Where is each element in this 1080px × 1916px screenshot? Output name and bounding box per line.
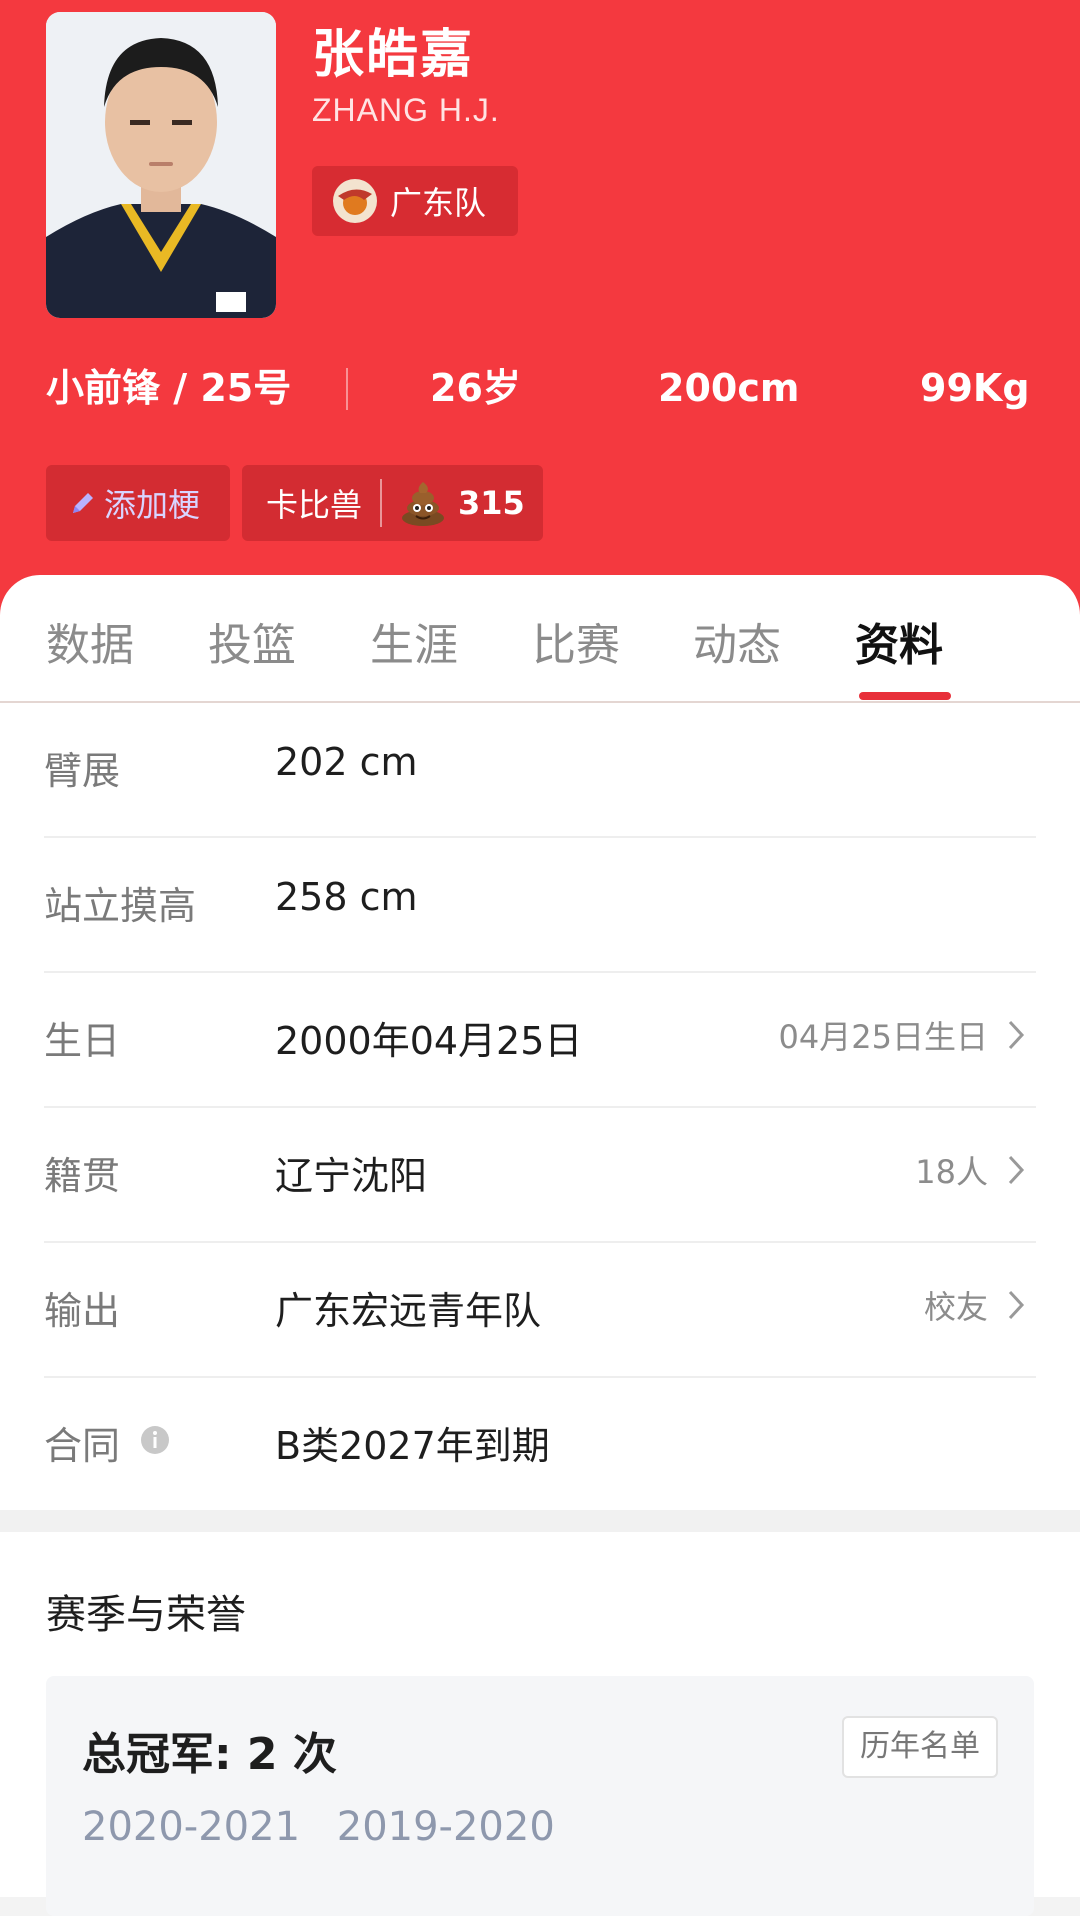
tab-news[interactable]: 动态	[693, 609, 781, 673]
player-height: 200cm	[658, 366, 800, 410]
player-age: 26岁	[430, 366, 521, 410]
player-stats: 小前锋 / 25号 26岁 200cm 99Kg	[0, 360, 1080, 420]
player-header: 张皓嘉 ZHANG H.J. 广东队 小前锋 / 25号 26岁 200cm 9…	[0, 0, 1080, 640]
nickname-divider	[380, 479, 383, 527]
info-label: 输出	[44, 1289, 121, 1333]
info-label: 生日	[44, 1019, 121, 1063]
team-name: 广东队	[390, 184, 487, 222]
tab-bar: 数据 投篮 生涯 比赛 动态 资料	[0, 575, 1080, 703]
tab-profile[interactable]: 资料	[855, 609, 943, 673]
chevron-right-icon	[1008, 1290, 1025, 1320]
player-name: 张皓嘉	[312, 25, 475, 85]
championship-title: 总冠军: 2 次	[82, 1729, 337, 1780]
info-row-hometown[interactable]: 籍贯 辽宁沈阳 18人	[44, 1107, 1036, 1243]
player-photo	[46, 12, 276, 318]
team-chip[interactable]: 广东队	[312, 166, 518, 236]
info-label: 臂展	[44, 749, 121, 793]
info-value: 2000年04月25日	[275, 1019, 583, 1063]
section-divider	[0, 1510, 1080, 1532]
honors-section: 赛季与荣誉 总冠军: 2 次 历年名单 2020-2021 2019-2020	[0, 1532, 1080, 1916]
championship-seasons: 2020-2021 2019-2020	[82, 1804, 579, 1850]
chevron-right-icon	[1008, 1155, 1025, 1185]
tab-shooting[interactable]: 投篮	[208, 609, 296, 673]
info-icon[interactable]	[140, 1425, 170, 1455]
season-item[interactable]: 2019-2020	[337, 1804, 555, 1850]
add-nickname-button[interactable]: 添加梗	[46, 465, 230, 541]
birthday-link[interactable]: 04月25日生日	[779, 1012, 1026, 1058]
nickname-tag[interactable]: 卡比兽 315	[242, 465, 543, 541]
nickname-label: 卡比兽	[266, 486, 363, 524]
chevron-right-icon	[1008, 1020, 1025, 1050]
team-logo-icon	[333, 179, 377, 223]
championship-card: 总冠军: 2 次 历年名单 2020-2021 2019-2020	[46, 1676, 1034, 1916]
info-label: 站立摸高	[44, 884, 197, 928]
info-row-contract: 合同 B类2027年到期	[44, 1377, 1036, 1511]
info-row-standing-reach: 站立摸高 258 cm	[44, 837, 1036, 973]
info-row-wingspan: 臂展 202 cm	[44, 702, 1036, 838]
poop-emoji-icon	[402, 482, 445, 526]
info-extra-text: 04月25日生日	[778, 1018, 988, 1056]
alumni-link[interactable]: 校友	[924, 1282, 1026, 1328]
tab-career[interactable]: 生涯	[370, 609, 458, 673]
season-item[interactable]: 2020-2021	[82, 1804, 300, 1850]
hometown-link[interactable]: 18人	[915, 1147, 1026, 1193]
active-tab-indicator	[859, 692, 951, 700]
position-number: 小前锋 / 25号	[46, 366, 292, 410]
player-name-en: ZHANG H.J.	[312, 92, 500, 128]
info-value: 辽宁沈阳	[275, 1154, 428, 1198]
info-value: 广东宏远青年队	[275, 1289, 542, 1333]
stats-divider	[346, 368, 348, 410]
tab-stats[interactable]: 数据	[46, 609, 134, 673]
info-value: B类2027年到期	[275, 1424, 550, 1468]
info-row-birthday[interactable]: 生日 2000年04月25日 04月25日生日	[44, 972, 1036, 1108]
pencil-icon	[73, 493, 93, 513]
nickname-count: 315	[458, 484, 525, 522]
info-row-origin[interactable]: 输出 广东宏远青年队 校友	[44, 1242, 1036, 1378]
info-value: 258 cm	[275, 875, 418, 919]
info-extra-text: 校友	[923, 1288, 988, 1326]
player-weight: 99Kg	[920, 366, 1030, 410]
info-label: 合同	[44, 1424, 121, 1468]
info-extra-text: 18人	[915, 1153, 988, 1191]
add-nickname-label: 添加梗	[104, 486, 201, 524]
tab-games[interactable]: 比赛	[532, 609, 620, 673]
info-value: 202 cm	[275, 740, 418, 784]
profile-card: 数据 投篮 生涯 比赛 动态 资料 臂展 202 cm 站立摸高 258 cm …	[0, 575, 1080, 1515]
info-label: 籍贯	[44, 1154, 121, 1198]
roster-history-button[interactable]: 历年名单	[842, 1716, 998, 1778]
section-title: 赛季与荣誉	[46, 1592, 246, 1638]
